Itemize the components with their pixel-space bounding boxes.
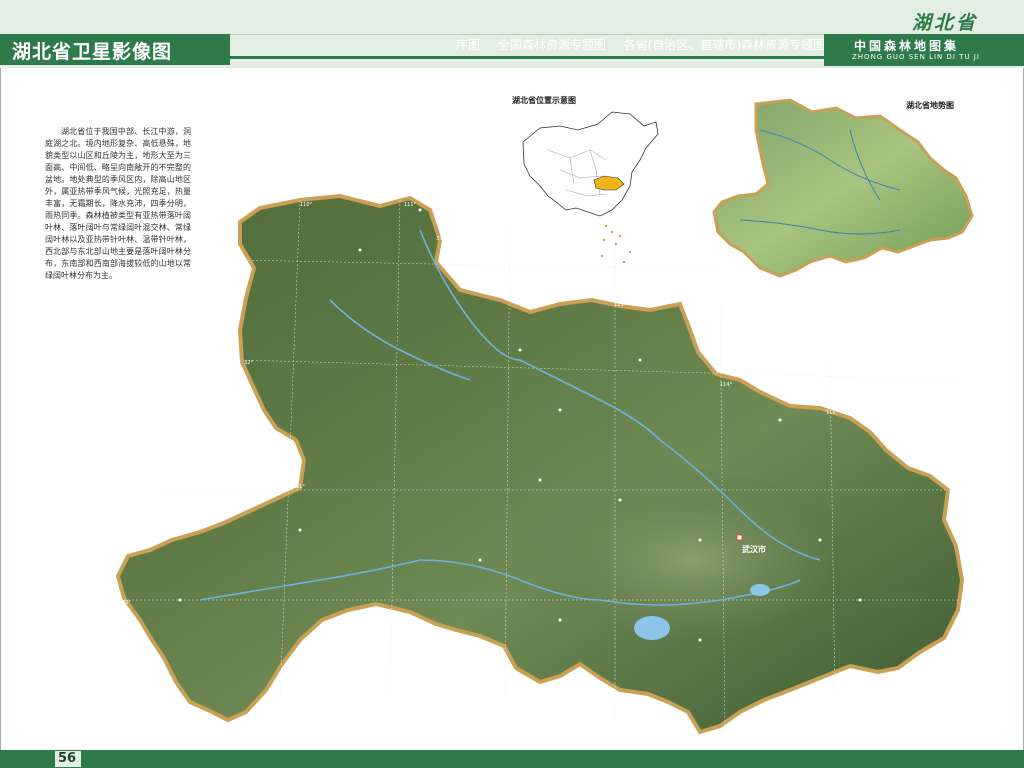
lon-label: 112° — [510, 296, 523, 302]
lat-label: 30° — [122, 600, 131, 606]
lon-label: 115° — [826, 410, 839, 416]
china-outline — [522, 111, 659, 217]
lat-label: 32° — [244, 360, 253, 366]
lon-label: 116° — [934, 472, 947, 478]
terrain-inset-map — [712, 98, 974, 278]
liangzi-lake — [750, 584, 770, 596]
location-inset-map — [522, 111, 659, 264]
page-number-box: 56 — [55, 751, 81, 767]
lat-label: 33° — [436, 236, 445, 242]
terrain-province-shape — [712, 98, 974, 278]
footer-bar — [0, 750, 1024, 768]
lon-label: 110° — [300, 202, 313, 208]
lon-label: 113° — [614, 302, 627, 308]
capital-label: 武汉市 — [742, 544, 766, 554]
honghu-lake — [634, 616, 670, 640]
lat-label: 29° — [178, 700, 187, 706]
main-satellite-map: 武汉市 110° 111° 112° 113° 114° 115° 116° 3… — [115, 193, 965, 735]
lat-label: 31° — [296, 484, 305, 490]
lon-label: 111° — [404, 202, 417, 208]
page-number: 56 — [58, 751, 77, 766]
map-canvas: 武汉市 110° 111° 112° 113° 114° 115° 116° 3… — [115, 98, 974, 735]
south-china-sea-islands — [600, 224, 632, 264]
lon-label: 114° — [720, 382, 733, 388]
